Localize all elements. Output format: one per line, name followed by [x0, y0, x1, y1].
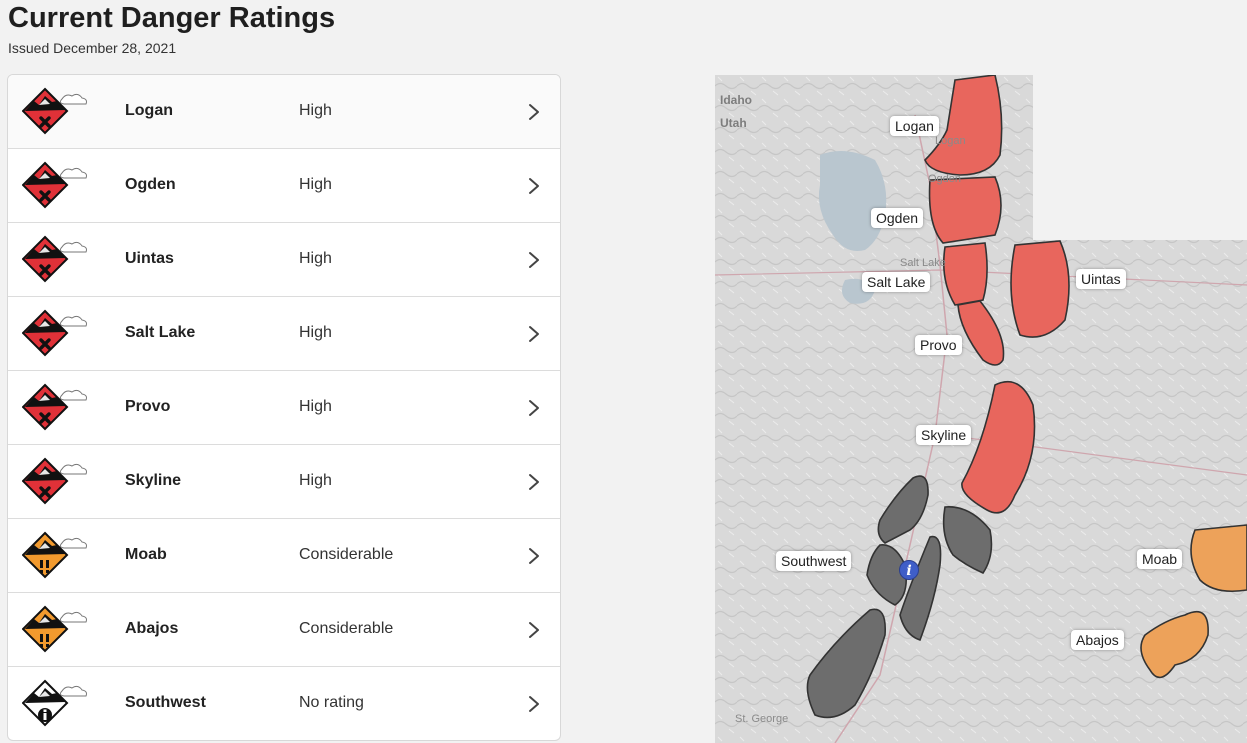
- region-name: Salt Lake: [125, 324, 196, 341]
- map-label-ogden[interactable]: Ogden: [871, 208, 924, 228]
- info-marker-icon[interactable]: i: [899, 560, 919, 580]
- danger-considerable-icon: [21, 531, 88, 581]
- chevron-right-icon[interactable]: [527, 546, 541, 566]
- chevron-right-icon[interactable]: [527, 398, 541, 418]
- region-salt-lake[interactable]: [942, 242, 988, 306]
- danger-high-icon: [21, 383, 88, 433]
- map-label-logan[interactable]: Logan: [890, 116, 939, 136]
- map-label-salt-lake[interactable]: Salt Lake: [862, 272, 931, 292]
- issued-date: Issued December 28, 2021: [8, 40, 177, 56]
- danger-high-icon: [21, 235, 88, 285]
- region-name: Logan: [125, 102, 173, 119]
- region-name: Skyline: [125, 472, 182, 489]
- city-label-st-george: St. George: [735, 713, 789, 725]
- region-row-logan[interactable]: Logan High: [8, 75, 560, 149]
- region-row-skyline[interactable]: Skyline High: [8, 445, 560, 519]
- region-row-southwest[interactable]: Southwest No rating: [8, 667, 560, 740]
- danger-no-rating-icon: [21, 679, 88, 729]
- region-rating: High: [299, 102, 332, 119]
- region-rating: No rating: [299, 694, 364, 711]
- region-row-salt-lake[interactable]: Salt Lake High: [8, 297, 560, 371]
- chevron-right-icon[interactable]: [527, 102, 541, 122]
- danger-rating-list: Logan High Ogden High Uintas High Salt L…: [7, 74, 561, 741]
- chevron-right-icon[interactable]: [527, 250, 541, 270]
- region-rating: High: [299, 324, 332, 341]
- danger-high-icon: [21, 309, 88, 359]
- chevron-right-icon[interactable]: [527, 176, 541, 196]
- region-rating: Considerable: [299, 546, 394, 563]
- danger-high-icon: [21, 161, 88, 211]
- page-title: Current Danger Ratings: [8, 2, 336, 34]
- map-label-moab[interactable]: Moab: [1137, 549, 1183, 569]
- region-rating: Considerable: [299, 620, 394, 637]
- region-name: Provo: [125, 398, 171, 415]
- city-label-logan: Logan: [935, 135, 966, 147]
- map-label-abajos[interactable]: Abajos: [1071, 630, 1124, 650]
- region-name: Southwest: [125, 694, 206, 711]
- map-canvas[interactable]: [715, 75, 1247, 743]
- region-ogden[interactable]: [928, 176, 1002, 244]
- region-name: Abajos: [125, 620, 179, 637]
- danger-considerable-icon: [21, 605, 88, 655]
- state-label-idaho: Idaho: [720, 93, 752, 107]
- region-uintas[interactable]: [1010, 240, 1070, 338]
- region-name: Moab: [125, 546, 167, 563]
- chevron-right-icon[interactable]: [527, 694, 541, 714]
- region-name: Uintas: [125, 250, 174, 267]
- city-label-salt-lake: Salt Lake: [900, 257, 946, 269]
- map-label-provo[interactable]: Provo: [915, 335, 962, 355]
- region-rating: High: [299, 472, 332, 489]
- region-rating: High: [299, 176, 332, 193]
- region-rating: High: [299, 398, 332, 415]
- chevron-right-icon[interactable]: [527, 620, 541, 640]
- region-row-uintas[interactable]: Uintas High: [8, 223, 560, 297]
- utah-danger-map[interactable]: Idaho Utah Logan Ogden Salt Lake St. Geo…: [715, 75, 1247, 743]
- danger-high-icon: [21, 87, 88, 137]
- danger-high-icon: [21, 457, 88, 507]
- map-label-uintas[interactable]: Uintas: [1076, 269, 1126, 289]
- region-rating: High: [299, 250, 332, 267]
- region-row-moab[interactable]: Moab Considerable: [8, 519, 560, 593]
- chevron-right-icon[interactable]: [527, 472, 541, 492]
- region-row-provo[interactable]: Provo High: [8, 371, 560, 445]
- region-name: Ogden: [125, 176, 176, 193]
- region-row-ogden[interactable]: Ogden High: [8, 149, 560, 223]
- state-label-utah: Utah: [720, 116, 747, 130]
- city-label-ogden: Ogden: [928, 173, 962, 185]
- map-label-skyline[interactable]: Skyline: [916, 425, 972, 445]
- chevron-right-icon[interactable]: [527, 324, 541, 344]
- region-row-abajos[interactable]: Abajos Considerable: [8, 593, 560, 667]
- map-label-southwest[interactable]: Southwest: [776, 551, 852, 571]
